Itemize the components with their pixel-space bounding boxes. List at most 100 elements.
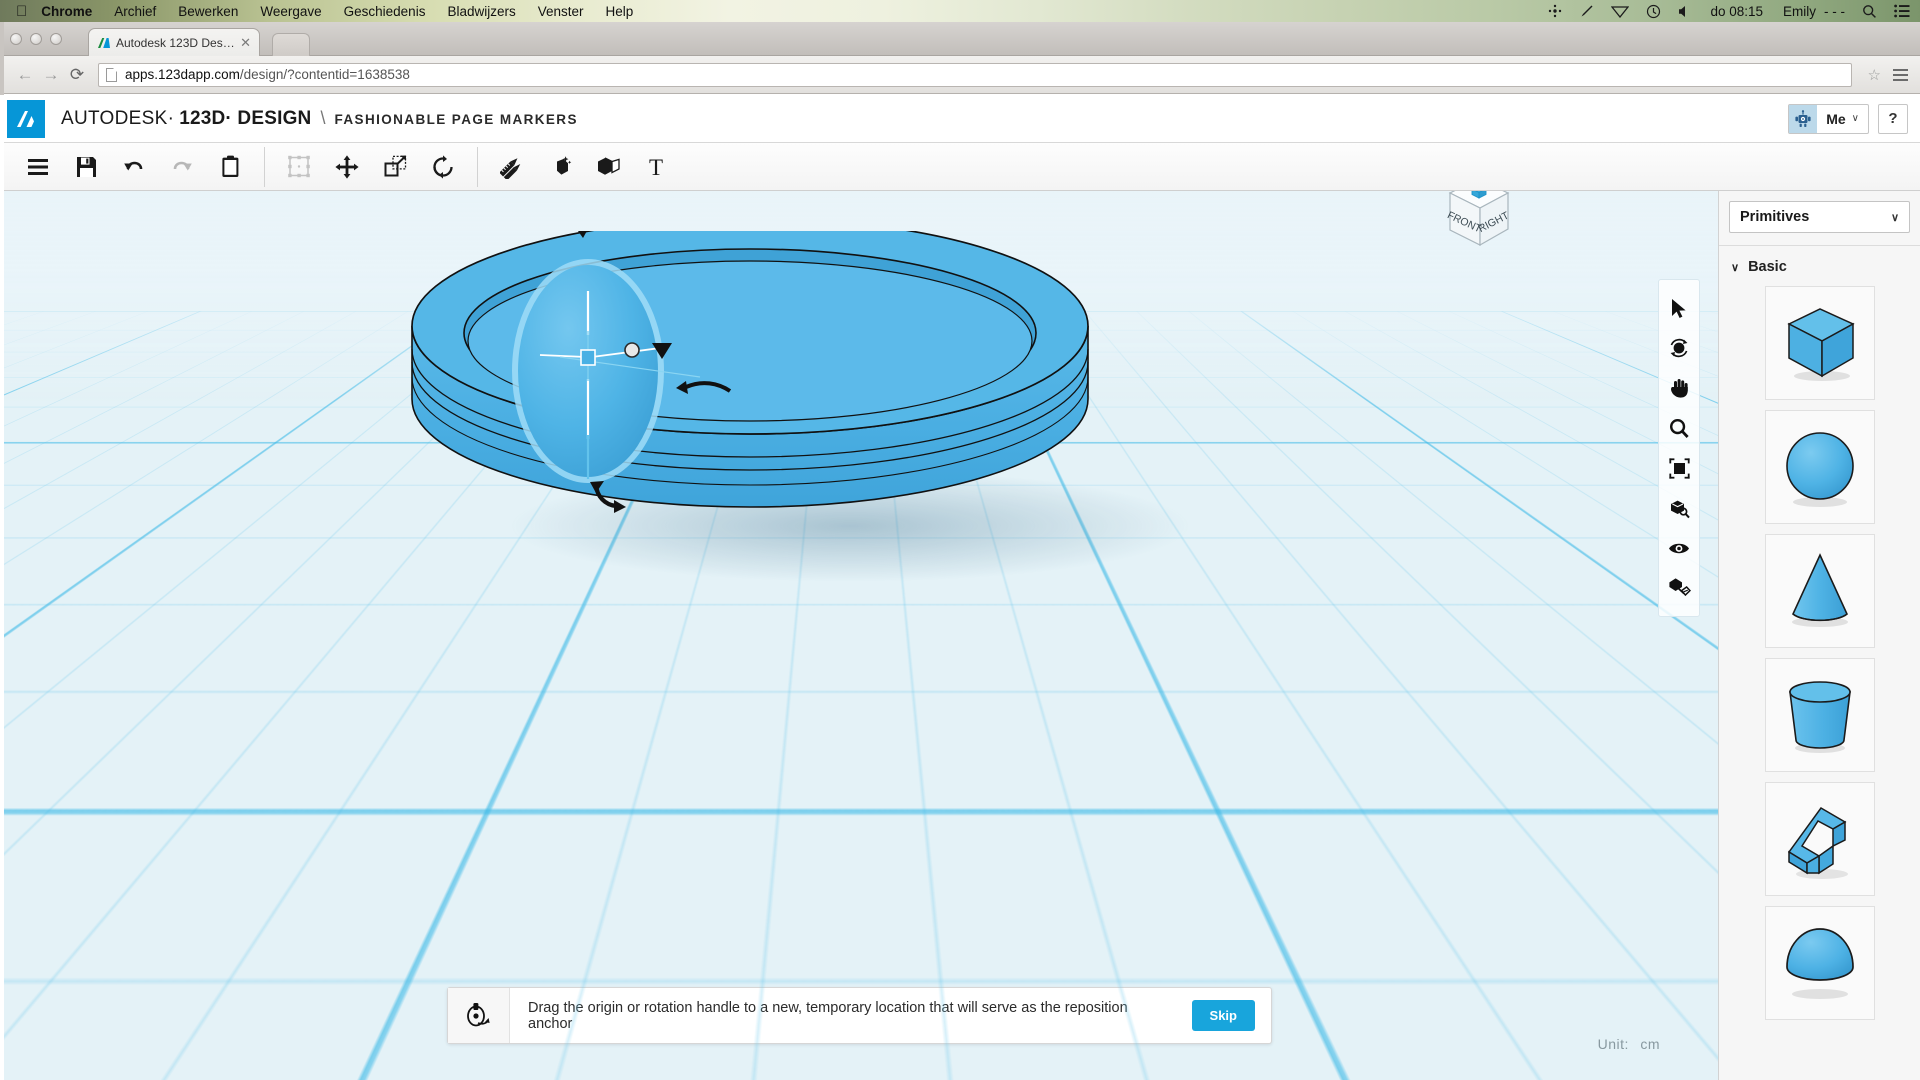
browser-toolbar: ← → ⟳ apps.123dapp.com/design/?contentid… — [0, 56, 1920, 94]
text-button[interactable]: T — [632, 147, 680, 187]
material-tool[interactable] — [1659, 568, 1699, 608]
primitives-panel: Primitives ∨ ∨ Basic — [1718, 191, 1920, 1080]
spotlight-search-icon[interactable] — [1862, 4, 1877, 19]
bluetooth-share-icon[interactable] — [1548, 4, 1562, 18]
close-icon[interactable]: ✕ — [240, 35, 251, 51]
window-minimize-button[interactable] — [30, 33, 42, 45]
unit-label-text: Unit: — [1597, 1036, 1629, 1052]
scale-button[interactable] — [371, 147, 419, 187]
zoom-tool[interactable] — [1659, 408, 1699, 448]
chevron-down-icon: ∨ — [1731, 261, 1740, 274]
window-traffic-lights — [10, 33, 62, 45]
browser-tab-title: Autodesk 123D Design — [116, 35, 237, 50]
window-close-button[interactable] — [10, 33, 22, 45]
menu-item-archief[interactable]: Archief — [114, 4, 156, 19]
reload-icon[interactable]: ⟳ — [64, 62, 90, 88]
address-bar[interactable]: apps.123dapp.com/design/?contentid=16385… — [98, 62, 1852, 87]
orbit-tool[interactable] — [1659, 328, 1699, 368]
reposition-origin-icon — [448, 988, 510, 1043]
menu-item-bladwijzers[interactable]: Bladwijzers — [447, 4, 515, 19]
menu-bar-clock[interactable]: do 08:15 — [1710, 4, 1763, 19]
svg-text:T: T — [649, 156, 663, 178]
menu-item-help[interactable]: Help — [606, 4, 634, 19]
select-tool[interactable] — [1659, 288, 1699, 328]
time-machine-icon[interactable] — [1646, 4, 1661, 19]
menu-bar-username[interactable]: Emily — [1783, 4, 1816, 19]
chrome-menu-icon[interactable] — [1893, 68, 1908, 81]
undo-button[interactable] — [110, 147, 158, 187]
primitive-cone[interactable] — [1764, 534, 1875, 648]
pattern-button[interactable] — [419, 147, 467, 187]
account-menu-label: Me — [1826, 110, 1846, 127]
hint-bar: Drag the origin or rotation handle to a … — [447, 987, 1272, 1044]
menu-item-bewerken[interactable]: Bewerken — [178, 4, 238, 19]
zoom-object-tool[interactable] — [1659, 488, 1699, 528]
page-document-icon — [106, 67, 117, 82]
primitive-box[interactable] — [1764, 286, 1875, 400]
notification-center-icon[interactable] — [1894, 4, 1910, 18]
brand-title: AUTODESK· 123D· DESIGN \ FASHIONABLE PAG… — [61, 108, 578, 130]
primitive-wedge[interactable] — [1764, 782, 1875, 896]
3d-viewport[interactable]: FRONT RIGHT Unit: cm Drag the origin or … — [0, 191, 1718, 1080]
view-cube[interactable]: FRONT RIGHT — [1430, 191, 1526, 259]
save-button[interactable] — [62, 147, 110, 187]
primitive-hemisphere[interactable] — [1764, 906, 1875, 1020]
viewport-tool-strip — [1658, 279, 1700, 617]
brand-separator: \ — [320, 107, 326, 128]
apple-logo-icon[interactable]:  — [16, 4, 27, 19]
forward-arrow-icon[interactable]: → — [38, 62, 64, 88]
category-select-label: Primitives — [1740, 209, 1810, 225]
unit-indicator: Unit: cm — [1598, 1036, 1660, 1052]
visibility-tool[interactable] — [1659, 528, 1699, 568]
window-zoom-button[interactable] — [50, 33, 62, 45]
star-icon[interactable]: ☆ — [1868, 66, 1881, 84]
hint-message: Drag the origin or rotation handle to a … — [528, 999, 1128, 1032]
chevron-down-icon: ∨ — [1890, 211, 1899, 224]
menu-item-venster[interactable]: Venster — [538, 4, 584, 19]
fit-tool[interactable] — [1659, 448, 1699, 488]
app-header: AUTODESK· 123D· DESIGN \ FASHIONABLE PAG… — [0, 95, 1920, 143]
move-button[interactable] — [323, 147, 371, 187]
back-arrow-icon[interactable]: ← — [12, 62, 38, 88]
autodesk-logo-icon[interactable] — [7, 99, 45, 138]
menu-button[interactable] — [14, 147, 62, 187]
group-header-label: Basic — [1748, 259, 1787, 275]
primitive-shape-list — [1719, 286, 1920, 1020]
menu-item-chrome[interactable]: Chrome — [41, 4, 92, 19]
robot-avatar-icon — [1789, 104, 1818, 133]
account-menu-button[interactable]: Me ∨ — [1788, 103, 1869, 134]
category-select[interactable]: Primitives ∨ — [1729, 201, 1910, 233]
address-bar-host: apps.123dapp.com — [125, 67, 240, 82]
address-bar-path: /design/?contentid=1638538 — [239, 67, 410, 82]
chevron-down-icon: ∨ — [1851, 113, 1859, 124]
paste-button[interactable] — [206, 147, 254, 187]
redo-button[interactable] — [158, 147, 206, 187]
app-toolbar: T — [0, 143, 1920, 191]
measure-button[interactable] — [488, 147, 536, 187]
primitive-cylinder[interactable] — [1764, 658, 1875, 772]
address-bar-url: apps.123dapp.com/design/?contentid=16385… — [125, 67, 410, 82]
menu-item-weergave[interactable]: Weergave — [260, 4, 321, 19]
project-name: FASHIONABLE PAGE MARKERS — [334, 111, 578, 127]
wifi-icon[interactable] — [1611, 5, 1630, 18]
category-select-wrap: Primitives ∨ — [1719, 191, 1920, 245]
toolbar-divider — [264, 146, 265, 187]
brand-product: 123D· DESIGN — [179, 107, 312, 129]
browser-tab[interactable]: Autodesk 123D Design ✕ — [88, 28, 260, 56]
pen-icon[interactable] — [1579, 4, 1594, 19]
primitive-sphere[interactable] — [1764, 410, 1875, 524]
3d-model-ring[interactable] — [400, 231, 1300, 651]
pan-tool[interactable] — [1659, 368, 1699, 408]
group-header-basic[interactable]: ∨ Basic — [1719, 246, 1920, 286]
volume-icon[interactable] — [1678, 5, 1690, 18]
unit-value: cm — [1640, 1036, 1660, 1052]
new-tab-button[interactable] — [272, 33, 310, 56]
skip-button[interactable]: Skip — [1191, 1000, 1255, 1031]
menu-item-geschiedenis[interactable]: Geschiedenis — [344, 4, 426, 19]
menu-bar-username-extra: - - - — [1824, 3, 1845, 19]
modify-button[interactable] — [536, 147, 584, 187]
combine-button[interactable] — [584, 147, 632, 187]
help-button[interactable]: ? — [1878, 103, 1908, 134]
window-left-edge — [0, 0, 4, 1080]
sketch-button[interactable] — [275, 147, 323, 187]
